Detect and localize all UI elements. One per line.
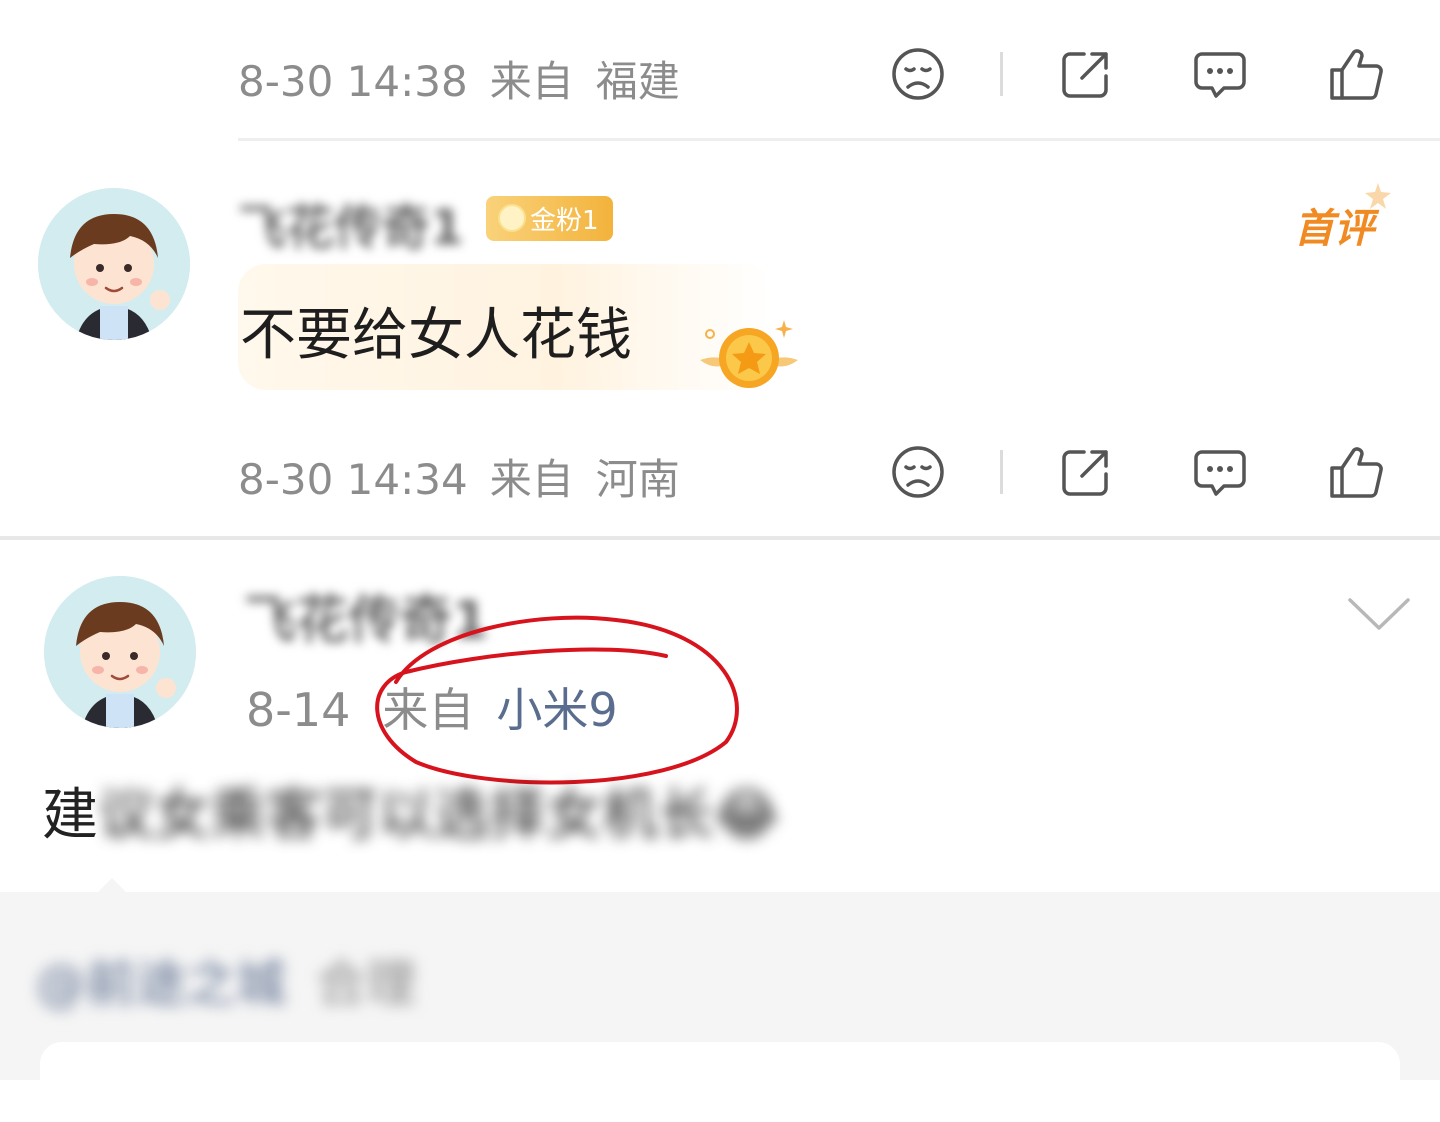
- share-icon[interactable]: [1054, 42, 1118, 106]
- reply-panel-pointer: [90, 878, 134, 900]
- annotation-circle: [366, 612, 746, 790]
- dislike-icon[interactable]: [886, 42, 950, 106]
- dislike-icon[interactable]: [886, 440, 950, 504]
- comment-from-label: 来自: [489, 57, 574, 106]
- comment-time: 8-30 14:34: [238, 455, 468, 504]
- laugh-cry-emoji: 😂: [714, 783, 780, 848]
- share-icon[interactable]: [1054, 440, 1118, 504]
- chevron-down-icon[interactable]: [1344, 592, 1414, 636]
- post-text: 建议女乘客可以选择女机长😂: [42, 770, 779, 851]
- reply-text: 合理: [316, 955, 416, 1013]
- fan-badge-icon: [498, 204, 526, 232]
- badge-medal-icon: [694, 316, 804, 396]
- like-icon[interactable]: [1324, 42, 1388, 106]
- star-icon: [1364, 182, 1392, 210]
- comment-meta-row: 8-30 14:34 来自 河南: [238, 446, 680, 507]
- reply-card[interactable]: [40, 1042, 1400, 1122]
- comment-text: 不要给女人花钱: [240, 303, 632, 368]
- username[interactable]: 飞花传奇1: [238, 188, 463, 258]
- avatar[interactable]: [44, 576, 196, 728]
- comment-icon[interactable]: [1188, 440, 1252, 504]
- comment-meta-row: 8-30 14:38 来自 福建: [238, 48, 680, 109]
- comment-location: 福建: [595, 57, 680, 106]
- reply-row: @前途之城 合理: [36, 944, 416, 1016]
- like-icon[interactable]: [1324, 440, 1388, 504]
- first-comment-tag: 首评: [1294, 206, 1374, 252]
- post-text-blurred: 议女乘客可以选择女机长: [98, 783, 714, 848]
- fan-badge-label: 金粉1: [530, 206, 599, 236]
- fan-badge: 金粉1: [486, 196, 613, 241]
- mention-link[interactable]: @前途之城: [36, 955, 286, 1013]
- post-text-first-char: 建: [42, 783, 98, 848]
- divider: [1000, 450, 1003, 494]
- comment-icon[interactable]: [1188, 42, 1252, 106]
- post-date: 8-14: [246, 683, 351, 737]
- avatar[interactable]: [38, 188, 190, 340]
- divider: [1000, 52, 1003, 96]
- separator: [0, 536, 1440, 540]
- comment-location: 河南: [595, 455, 680, 504]
- comment-from-label: 来自: [489, 455, 574, 504]
- comment-time: 8-30 14:38: [238, 57, 468, 106]
- separator: [238, 138, 1440, 141]
